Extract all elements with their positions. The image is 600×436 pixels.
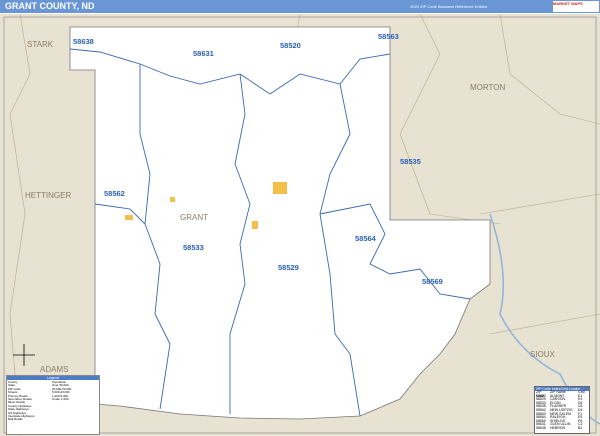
zip-label: 58562 [104,189,125,198]
table-cell: HEBRON [550,425,565,430]
zip-label: 58631 [193,49,214,58]
zip-label: 58569 [422,277,443,286]
county-label-hettinger: HETTINGER [25,191,71,200]
publisher-logo: MARKET MAPS [553,1,599,12]
zip-index-table: ZIP Code Index/Grid Locator ZIP Code ZIP … [534,386,590,434]
table-row: 58638 HEBRON B1 [535,425,589,431]
county-label-adams: ADAMS [40,365,68,374]
zip-label: 58533 [183,243,204,252]
county-label-grant: GRANT [180,213,208,222]
map-legend: Legend County State ZIP Code Streets Pri… [6,375,100,435]
county-label-sioux: SIOUX [530,350,556,359]
zip-label: 58535 [400,157,421,166]
zip-label: 58529 [278,263,299,272]
zip-label: 58638 [73,37,94,46]
table-cell: B1 [578,425,583,430]
legend-pop-item: Under 1,000 [52,396,69,401]
edition-label: 2020 ZIP Code Business Reference Edition [410,4,488,9]
zip-label: 58520 [280,41,301,50]
table-cell: 58638 [536,425,546,430]
county-label-morton: MORTON [470,83,505,92]
map-canvas[interactable]: STARK HETTINGER MORTON SIOUX GRANT ADAMS… [0,14,600,436]
county-label-stark: STARK [27,40,54,49]
zip-label: 58564 [355,234,377,243]
zip-label: 58563 [378,32,399,41]
header-bar: GRANT COUNTY, ND 2020 ZIP Code Business … [0,0,600,13]
map-title: GRANT COUNTY, ND [5,1,95,11]
